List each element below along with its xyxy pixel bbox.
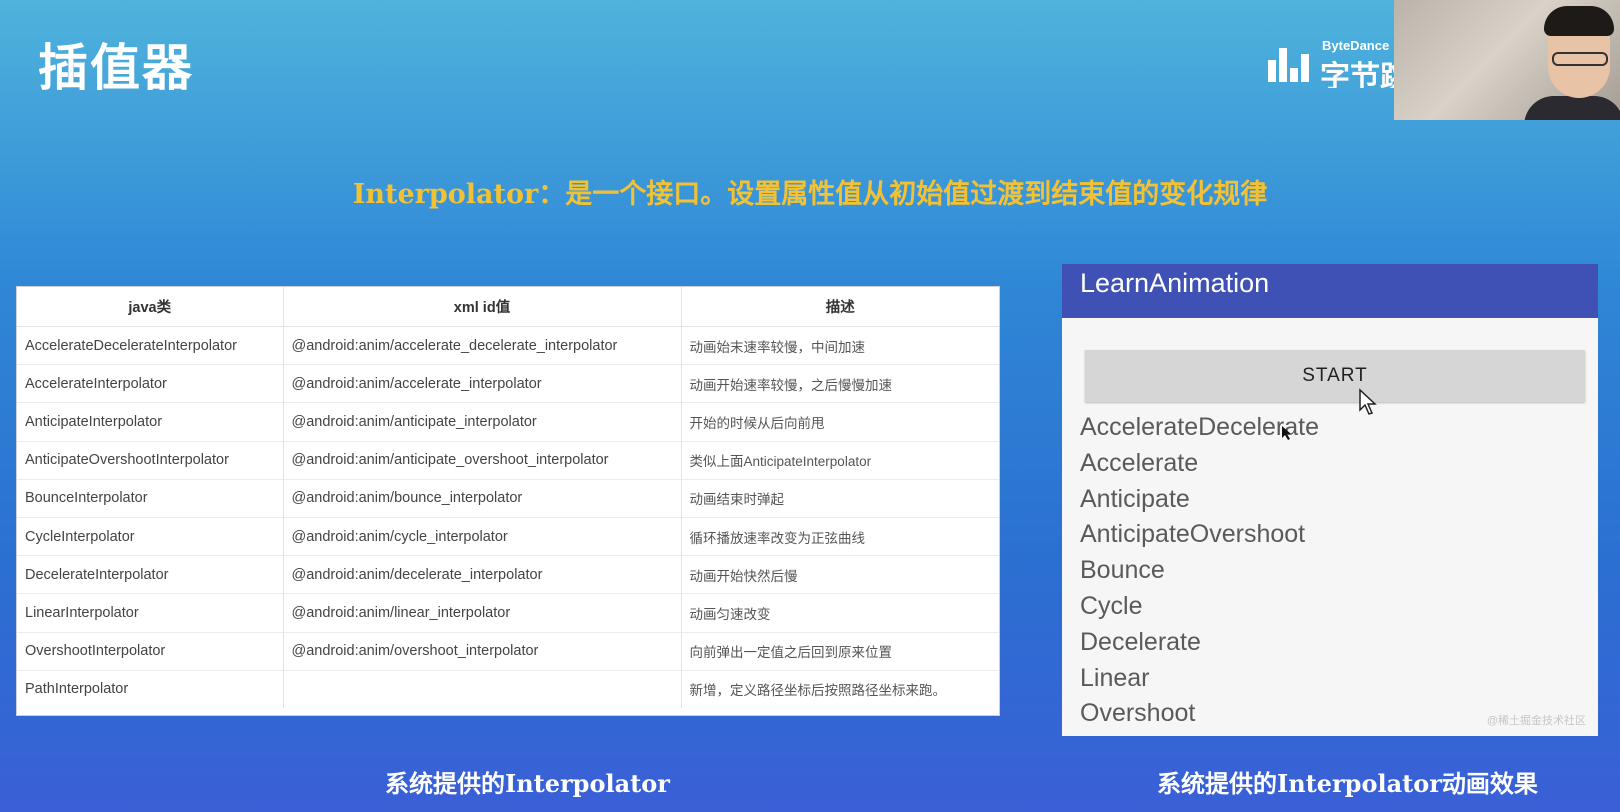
cell-class: BounceInterpolator xyxy=(17,478,284,518)
cell-class: AccelerateDecelerateInterpolator xyxy=(17,325,284,365)
header-xml-id: xml id值 xyxy=(283,287,682,327)
cell-xml: @android:anim/accelerate_interpolator xyxy=(283,364,682,403)
cell-desc: 动画结束时弹起 xyxy=(681,478,999,518)
cell-xml: @android:anim/anticipate_overshoot_inter… xyxy=(283,440,682,480)
caption-interpolator-effects: 系统提供的Interpolator动画效果 xyxy=(1157,769,1538,798)
cell-class: LinearInterpolator xyxy=(17,593,284,632)
table-row: LinearInterpolator @android:anim/linear_… xyxy=(17,593,999,632)
table-row: BounceInterpolator @android:anim/bounce_… xyxy=(17,478,999,518)
list-item-bounce[interactable]: Bounce xyxy=(1080,553,1580,589)
list-item-decelerate[interactable]: Decelerate xyxy=(1080,625,1580,661)
cell-class: AccelerateInterpolator xyxy=(17,364,284,403)
list-item-anticipate-overshoot[interactable]: AnticipateOvershoot xyxy=(1080,517,1580,553)
cell-xml: @android:anim/anticipate_interpolator xyxy=(283,402,682,442)
cell-desc: 类似上面AnticipateInterpolator xyxy=(681,440,999,480)
logo-brand-small: ByteDance xyxy=(1322,38,1390,53)
cell-class: PathInterpolator xyxy=(17,669,284,708)
table-row: DecelerateInterpolator @android:anim/dec… xyxy=(17,555,999,594)
cell-xml: @android:anim/overshoot_interpolator xyxy=(283,631,682,671)
cell-xml: @android:anim/accelerate_decelerate_inte… xyxy=(283,325,682,365)
cell-xml: @android:anim/linear_interpolator xyxy=(283,593,682,632)
cell-class: DecelerateInterpolator xyxy=(17,555,284,594)
header-java-class: java类 xyxy=(17,287,284,327)
cell-class: AnticipateInterpolator xyxy=(17,402,284,442)
cell-desc: 动画开始速率较慢，之后慢慢加速 xyxy=(681,364,999,403)
slide-title: 插值器 xyxy=(38,39,194,97)
list-item-linear[interactable]: Linear xyxy=(1080,661,1580,697)
list-item-cycle[interactable]: Cycle xyxy=(1080,589,1580,625)
bytedance-logo: ByteDance 字节跳 xyxy=(1268,38,1396,88)
cell-class: AnticipateOvershootInterpolator xyxy=(17,440,284,480)
bytedance-bars-icon xyxy=(1268,48,1310,82)
cell-desc: 开始的时候从后向前甩 xyxy=(681,402,999,442)
header-description: 描述 xyxy=(681,287,999,327)
cell-desc: 动画始末速率较慢，中间加速 xyxy=(681,325,999,365)
cell-desc: 向前弹出一定值之后回到原来位置 xyxy=(681,631,999,671)
community-watermark: @稀土掘金技术社区 xyxy=(1486,715,1586,727)
cell-xml: @android:anim/decelerate_interpolator xyxy=(283,555,682,594)
caption-system-interpolators: 系统提供的Interpolator xyxy=(385,769,670,798)
list-item-accelerate-decelerate[interactable]: AccelerateDecelerate xyxy=(1080,410,1580,446)
mouse-pointer-icon xyxy=(1359,388,1377,415)
app-bar: LearnAnimation xyxy=(1062,264,1598,318)
slide-headline: Interpolator：是一个接口。设置属性值从初始值过渡到结束值的变化规律 xyxy=(352,179,1268,210)
table-row: AnticipateOvershootInterpolator @android… xyxy=(17,440,999,480)
table-row: AccelerateInterpolator @android:anim/acc… xyxy=(17,364,999,403)
table-row: AccelerateDecelerateInterpolator @androi… xyxy=(17,325,999,365)
table-row: PathInterpolator 新增，定义路径坐标后按照路径坐标来跑。 xyxy=(17,669,999,708)
list-item-anticipate[interactable]: Anticipate xyxy=(1080,482,1580,518)
cell-xml: @android:anim/cycle_interpolator xyxy=(283,516,682,556)
cell-xml: @android:anim/bounce_interpolator xyxy=(283,478,682,518)
cell-desc: 动画匀速改变 xyxy=(681,593,999,632)
interpolator-list: AccelerateDecelerate Accelerate Anticipa… xyxy=(1080,410,1580,732)
text-cursor-icon xyxy=(1282,426,1291,440)
interpolator-table: java类 xml id值 描述 AccelerateDecelerateInt… xyxy=(16,286,1000,716)
cell-class: OvershootInterpolator xyxy=(17,631,284,671)
app-demo-screen: LearnAnimation START AccelerateDecelerat… xyxy=(1062,264,1598,736)
list-item-accelerate[interactable]: Accelerate xyxy=(1080,446,1580,482)
app-title: LearnAnimation xyxy=(1080,268,1270,298)
cell-xml xyxy=(283,669,682,708)
cell-class: CycleInterpolator xyxy=(17,516,284,556)
cell-desc: 新增，定义路径坐标后按照路径坐标来跑。 xyxy=(681,669,999,708)
cell-desc: 动画开始快然后慢 xyxy=(681,555,999,594)
table-row: OvershootInterpolator @android:anim/over… xyxy=(17,631,999,671)
logo-brand-big: 字节跳 xyxy=(1320,60,1396,88)
cell-desc: 循环播放速率改变为正弦曲线 xyxy=(681,516,999,556)
table-row: CycleInterpolator @android:anim/cycle_in… xyxy=(17,516,999,556)
webcam-feed xyxy=(1394,0,1620,120)
table-row: AnticipateInterpolator @android:anim/ant… xyxy=(17,402,999,442)
start-button[interactable]: START xyxy=(1085,350,1585,402)
table-header-row: java类 xml id值 描述 xyxy=(17,287,999,327)
